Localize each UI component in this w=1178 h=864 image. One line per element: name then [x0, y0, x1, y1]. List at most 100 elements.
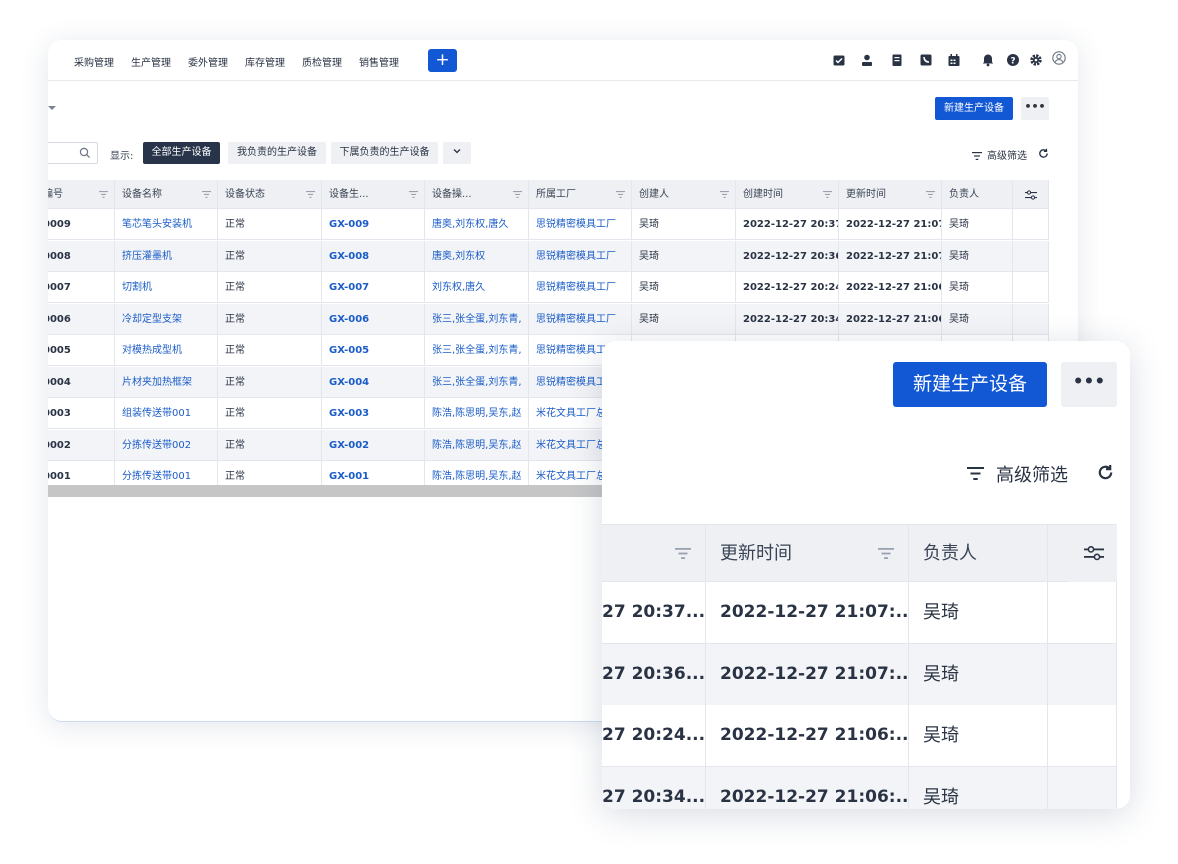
- column-filter-icon[interactable]: [409, 191, 418, 198]
- table-cell[interactable]: 思锐精密模具工厂: [529, 240, 632, 271]
- add-button[interactable]: +: [428, 49, 457, 72]
- column-filter-icon[interactable]: [99, 191, 108, 198]
- column-header[interactable]: [602, 525, 706, 581]
- filter-subordinates[interactable]: 下属负责的生产设备: [331, 142, 438, 164]
- cell-text: 切割机: [122, 282, 152, 293]
- cell-text: 陈浩,陈思明,吴东,赵: [432, 408, 522, 419]
- filter-more-dropdown[interactable]: [443, 142, 471, 164]
- table-cell[interactable]: GX-003: [322, 398, 425, 428]
- user-icon[interactable]: [860, 53, 874, 67]
- table-row[interactable]: 0008 挤压灌墨机 正常 GX-008 唐奥,刘东权 思锐精密模具工厂 吴琦 2022-12…: [48, 240, 1049, 272]
- column-header[interactable]: 创建人: [632, 180, 736, 208]
- filter-mine[interactable]: 我负责的生产设备: [228, 142, 326, 164]
- cell-text: 分拣传送带002: [122, 439, 192, 451]
- table-cell[interactable]: 陈浩,陈思明,吴东,赵: [425, 398, 529, 428]
- table-cell[interactable]: GX-009: [322, 209, 425, 239]
- column-filter-icon[interactable]: [720, 191, 729, 198]
- table-cell[interactable]: 笔芯笔头安装机: [115, 209, 218, 239]
- column-header[interactable]: 所属工厂: [529, 180, 632, 208]
- view-dropdown-caret-icon[interactable]: [48, 106, 56, 110]
- column-header[interactable]: 创建时间: [736, 180, 839, 208]
- table-cell[interactable]: 挤压灌墨机: [115, 240, 218, 271]
- search-input[interactable]: [48, 142, 98, 164]
- column-filter-icon[interactable]: [926, 191, 935, 198]
- table-cell[interactable]: 组装传送带001: [115, 398, 218, 428]
- zoom-table-row[interactable]: 27 20:36... 2022-12-27 21:07:... 吴琦: [602, 643, 1117, 706]
- document-icon[interactable]: [890, 53, 904, 67]
- column-header[interactable]: 负责人: [909, 525, 1048, 581]
- column-header[interactable]: 设备状态: [218, 180, 322, 208]
- table-cell[interactable]: 片材夹加热框架: [115, 366, 218, 397]
- table-cell[interactable]: GX-002: [322, 429, 425, 460]
- table-cell[interactable]: 思锐精密模具工厂: [529, 209, 632, 239]
- table-cell[interactable]: GX-005: [322, 335, 425, 365]
- new-equipment-button-zoom[interactable]: 新建生产设备: [893, 362, 1047, 407]
- calendar-icon[interactable]: [947, 53, 961, 67]
- zoom-table-row[interactable]: 27 20:24... 2022-12-27 21:06:... 吴琦: [602, 705, 1117, 767]
- column-header[interactable]: 设备名称: [115, 180, 218, 208]
- table-cell[interactable]: GX-008: [322, 240, 425, 271]
- column-settings[interactable]: [1069, 525, 1117, 582]
- table-cell[interactable]: GX-006: [322, 303, 425, 334]
- table-cell[interactable]: 思锐精密模具工厂: [529, 272, 632, 302]
- table-cell[interactable]: 对模热成型机: [115, 335, 218, 365]
- column-header[interactable]: 更新时间: [706, 525, 909, 581]
- column-header[interactable]: 编号: [48, 180, 115, 208]
- table-row[interactable]: 0006 冷却定型支架 正常 GX-006 张三,张全蛋,刘东青, 思锐精密模具工厂 吴琦 2…: [48, 303, 1049, 335]
- nav-item-inventory[interactable]: 库存管理: [245, 54, 285, 69]
- refresh-icon[interactable]: [1097, 464, 1114, 481]
- table-cell[interactable]: 思锐精密模具工厂: [529, 303, 632, 334]
- column-header[interactable]: 设备操...: [425, 180, 529, 208]
- column-filter-icon[interactable]: [675, 548, 691, 559]
- column-filter-icon[interactable]: [202, 191, 211, 198]
- cell-text: 正常: [225, 471, 245, 482]
- column-filter-icon[interactable]: [823, 191, 832, 198]
- column-filter-icon[interactable]: [616, 191, 625, 198]
- more-button[interactable]: •••: [1021, 97, 1049, 120]
- nav-item-sales[interactable]: 销售管理: [359, 54, 399, 69]
- phone-icon[interactable]: [919, 53, 933, 67]
- table-cell[interactable]: 张三,张全蛋,刘东青,: [425, 303, 529, 334]
- column-header[interactable]: 更新时间: [839, 180, 942, 208]
- table-cell[interactable]: GX-004: [322, 366, 425, 397]
- column-filter-icon[interactable]: [513, 191, 522, 198]
- column-settings[interactable]: [1013, 180, 1049, 208]
- avatar-icon[interactable]: [1052, 51, 1069, 68]
- table-cell[interactable]: 刘东权,唐久: [425, 272, 529, 302]
- table-cell[interactable]: 唐奥,刘东权,唐久: [425, 209, 529, 239]
- refresh-icon[interactable]: [1038, 148, 1049, 159]
- nav-item-production[interactable]: 生产管理: [131, 54, 171, 69]
- bell-icon[interactable]: [981, 53, 995, 67]
- new-equipment-button[interactable]: 新建生产设备: [935, 97, 1013, 120]
- table-cell[interactable]: 张三,张全蛋,刘东青,: [425, 366, 529, 397]
- advanced-filter-button-zoom[interactable]: 高级筛选: [967, 461, 1068, 487]
- filter-all[interactable]: 全部生产设备: [143, 142, 220, 164]
- more-button-zoom[interactable]: •••: [1061, 362, 1117, 407]
- table-cell[interactable]: 张三,张全蛋,刘东青,: [425, 335, 529, 365]
- nav-item-outsourcing[interactable]: 委外管理: [188, 54, 228, 69]
- table-cell[interactable]: 分拣传送带002: [115, 429, 218, 460]
- zoom-table-row[interactable]: 27 20:34... 2022-12-27 21:06:... 吴琦: [602, 766, 1117, 809]
- cell-text: 唐奥,刘东权: [432, 250, 486, 262]
- column-header[interactable]: 负责人: [942, 180, 1013, 208]
- table-cell[interactable]: GX-007: [322, 272, 425, 302]
- column-header-label: 设备状态: [225, 189, 265, 200]
- help-icon[interactable]: ?: [1006, 53, 1020, 67]
- gear-icon[interactable]: [1029, 53, 1043, 67]
- nav-item-purchase[interactable]: 采购管理: [74, 54, 114, 69]
- column-header[interactable]: 设备生...: [322, 180, 425, 208]
- zoom-table-row[interactable]: 27 20:37... 2022-12-27 21:07:... 吴琦: [602, 582, 1117, 644]
- table-cell[interactable]: 唐奥,刘东权: [425, 240, 529, 271]
- table-cell[interactable]: 冷却定型支架: [115, 303, 218, 334]
- advanced-filter-button[interactable]: 高级筛选: [972, 147, 1027, 162]
- table-row[interactable]: 0007 切割机 正常 GX-007 刘东权,唐久 思锐精密模具工厂 吴琦 2022-12-2…: [48, 272, 1049, 303]
- table-row[interactable]: 0009 笔芯笔头安装机 正常 GX-009 唐奥,刘东权,唐久 思锐精密模具工厂 吴琦 20…: [48, 209, 1049, 240]
- table-cell: 正常: [218, 272, 322, 302]
- table-cell[interactable]: 陈浩,陈思明,吴东,赵: [425, 429, 529, 460]
- column-filter-icon[interactable]: [306, 191, 315, 198]
- column-header-label: 更新时间: [846, 189, 886, 200]
- task-icon[interactable]: [832, 53, 846, 67]
- nav-item-quality[interactable]: 质检管理: [302, 54, 342, 69]
- column-filter-icon[interactable]: [878, 548, 894, 559]
- table-cell[interactable]: 切割机: [115, 272, 218, 302]
